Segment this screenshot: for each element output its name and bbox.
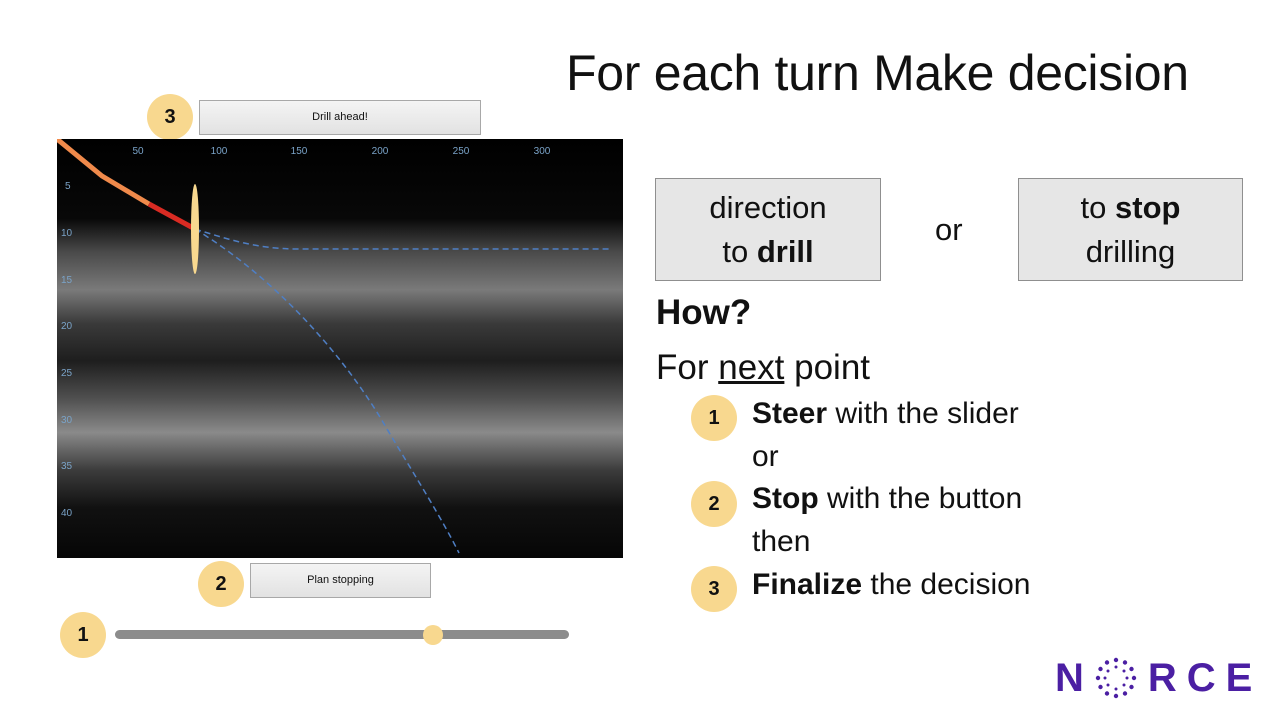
title-bold: Make decision xyxy=(873,45,1189,101)
badge-three: 3 xyxy=(147,94,193,140)
y-tick: 40 xyxy=(61,508,73,519)
badge-one: 1 xyxy=(60,612,106,658)
title-plain: For each turn xyxy=(566,45,874,101)
logo-dots-icon xyxy=(1095,657,1137,699)
y-tick: 10 xyxy=(61,228,73,239)
steering-slider-track[interactable] xyxy=(115,630,569,639)
plan-stopping-button[interactable]: Plan stopping xyxy=(250,563,431,598)
y-tick: 25 xyxy=(61,368,73,379)
norce-logo: N RCE xyxy=(1055,655,1263,700)
y-tick: 30 xyxy=(61,415,73,426)
y-tick: 15 xyxy=(61,275,73,286)
step-finalize: Finalize the decision xyxy=(752,568,1031,601)
step-badge-one: 1 xyxy=(691,395,737,441)
stop-line2: drilling xyxy=(1085,234,1176,269)
x-tick: 50 xyxy=(132,146,144,157)
for-next-point: For next point xyxy=(656,348,871,387)
x-tick: 100 xyxy=(211,146,228,157)
slide-title: For each turn Make decision xyxy=(566,44,1189,102)
y-tick: 20 xyxy=(61,321,73,332)
x-tick: 200 xyxy=(372,146,389,157)
y-tick: 5 xyxy=(65,181,71,192)
stop-drilling-box: to stop drilling xyxy=(1018,178,1243,281)
drill-ahead-button[interactable]: Drill ahead! xyxy=(199,100,481,135)
badge-two: 2 xyxy=(198,561,244,607)
depth-plot: 50 100 150 200 250 300 5 10 15 20 25 30 … xyxy=(57,139,623,558)
y-tick: 35 xyxy=(61,461,73,472)
step-badge-two: 2 xyxy=(691,481,737,527)
step-badge-three: 3 xyxy=(691,566,737,612)
x-tick: 150 xyxy=(291,146,308,157)
plot-svg: 50 100 150 200 250 300 5 10 15 20 25 30 … xyxy=(57,139,623,558)
current-position-marker xyxy=(191,184,199,274)
stop-line1: to stop xyxy=(1080,190,1181,225)
or-label: or xyxy=(935,212,963,247)
step-steer: Steer with the slider or xyxy=(752,397,1019,473)
x-tick: 250 xyxy=(453,146,470,157)
direction-line2: to drill xyxy=(722,234,814,269)
how-heading: How? xyxy=(656,293,752,332)
step-stop: Stop with the button then xyxy=(752,482,1023,558)
direction-to-drill-box: direction to drill xyxy=(655,178,881,281)
steering-slider-knob[interactable] xyxy=(423,625,443,645)
direction-line1: direction xyxy=(709,190,827,225)
x-tick: 300 xyxy=(534,146,551,157)
